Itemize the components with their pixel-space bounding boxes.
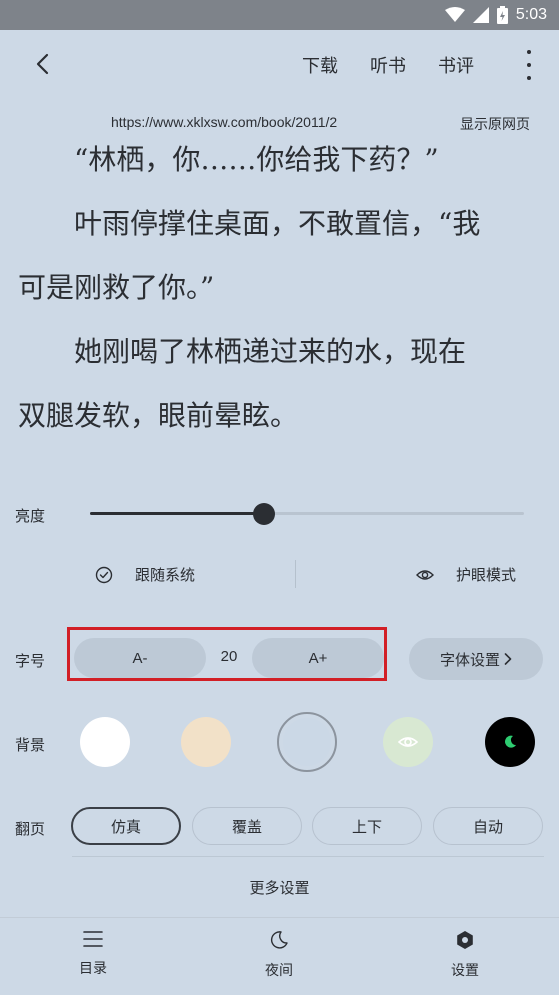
battery-icon [496, 6, 508, 24]
divider [72, 856, 544, 857]
nav-contents-label: 目录 [79, 961, 107, 977]
bg-white-swatch[interactable] [80, 717, 130, 767]
brightness-fill [90, 512, 264, 515]
follow-system-label: 跟随系统 [135, 566, 196, 584]
more-dot [527, 76, 531, 80]
font-settings-label: 字体设置 [439, 650, 500, 669]
reading-content: “林栖，你……你给我下药？” 叶雨停撑住桌面，不敢置信，“我 可是刚救了你。” … [18, 128, 548, 448]
more-dot [527, 50, 531, 54]
brightness-slider[interactable] [90, 512, 524, 515]
check-circle-icon [95, 566, 113, 583]
more-settings-button[interactable]: 更多设置 [0, 877, 559, 898]
nav-settings[interactable]: 设置 [405, 930, 525, 980]
chevron-left-icon [36, 53, 49, 75]
back-button[interactable] [24, 48, 60, 80]
paragraph: “林栖，你……你给我下药？” [74, 143, 439, 176]
chevron-right-icon [504, 653, 512, 665]
signal-icon [472, 7, 489, 23]
background-label: 背景 [15, 736, 46, 754]
page-turn-simulation[interactable]: 仿真 [71, 807, 181, 845]
page-turn-label: 翻页 [15, 820, 46, 838]
paragraph: 双腿发软，眼前晕眩。 [18, 399, 299, 432]
page-turn-cover[interactable]: 覆盖 [192, 807, 302, 845]
divider [295, 560, 296, 588]
bg-beige-swatch[interactable] [181, 717, 231, 767]
divider [0, 917, 559, 918]
brightness-label: 亮度 [15, 507, 46, 525]
paragraph: 她刚喝了林栖递过来的水，现在 [74, 335, 467, 368]
eye-icon [398, 737, 418, 747]
moon-icon [505, 735, 516, 748]
wifi-icon [444, 7, 465, 22]
gear-icon [457, 931, 473, 949]
more-dot [527, 63, 531, 67]
font-settings-button[interactable]: 字体设置 [409, 638, 543, 680]
bg-night-swatch[interactable] [485, 717, 535, 767]
paragraph: 叶雨停撑住桌面，不敢置信，“我 [74, 207, 481, 240]
download-button[interactable]: 下载 [302, 52, 338, 78]
status-bar: 5:03 [0, 0, 559, 30]
eye-icon [416, 569, 434, 580]
status-time: 5:03 [515, 6, 547, 23]
nav-settings-label: 设置 [451, 963, 479, 979]
bg-eye-green-swatch[interactable] [383, 717, 433, 767]
eye-mode-label: 护眼模式 [456, 566, 517, 584]
menu-icon [83, 931, 103, 947]
moon-outline-icon [270, 931, 288, 949]
listen-button[interactable]: 听书 [370, 52, 406, 78]
bg-blue-fill [283, 718, 331, 766]
bg-blue-swatch[interactable] [277, 712, 337, 772]
nav-night[interactable]: 夜间 [219, 930, 339, 980]
page-turn-scroll[interactable]: 上下 [312, 807, 422, 845]
reviews-button[interactable]: 书评 [438, 52, 474, 78]
status-icons: 5:03 [444, 0, 547, 30]
more-menu-button[interactable] [521, 50, 537, 80]
paragraph: 可是刚救了你。” [18, 271, 215, 304]
eye-mode-toggle[interactable]: 护眼模式 [416, 564, 516, 585]
highlight-box [67, 627, 387, 681]
nav-night-label: 夜间 [265, 963, 293, 979]
font-size-label: 字号 [15, 652, 46, 670]
follow-system-toggle[interactable]: 跟随系统 [95, 564, 195, 585]
nav-contents[interactable]: 目录 [33, 930, 153, 978]
reader-toolbar: 下载 听书 书评 [0, 30, 559, 98]
page-turn-auto[interactable]: 自动 [433, 807, 543, 845]
brightness-thumb[interactable] [253, 503, 275, 525]
